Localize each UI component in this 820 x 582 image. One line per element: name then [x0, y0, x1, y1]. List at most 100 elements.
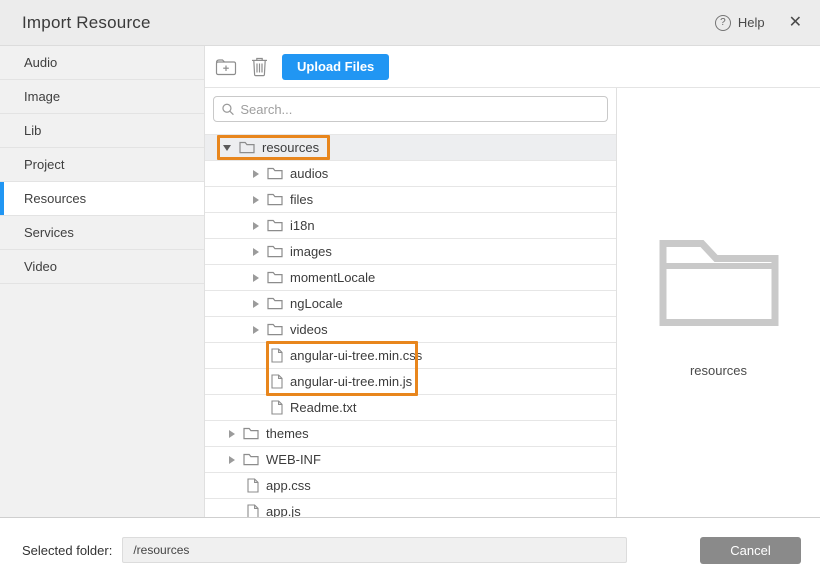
- tree-node-label: Readme.txt: [290, 400, 356, 415]
- sidebar-item-project[interactable]: Project: [0, 148, 204, 182]
- tree-node-label: momentLocale: [290, 270, 375, 285]
- tree-row-app.js[interactable]: app.js: [205, 499, 616, 517]
- preview-folder-name: resources: [690, 363, 747, 378]
- folder-icon: [267, 297, 283, 310]
- sidebar-item-label: Project: [24, 157, 64, 172]
- tree-row-Readme.txt[interactable]: Readme.txt: [205, 395, 616, 421]
- cancel-button[interactable]: Cancel: [700, 537, 801, 564]
- search-box: [213, 96, 608, 122]
- sidebar-item-label: Video: [24, 259, 57, 274]
- tree-node: momentLocale: [253, 267, 375, 289]
- tree-node: angular-ui-tree.min.css: [271, 345, 422, 367]
- selected-folder-input[interactable]: [122, 537, 627, 563]
- expand-arrow-icon[interactable]: [229, 430, 235, 438]
- tree-node-label: WEB-INF: [266, 452, 321, 467]
- selected-folder-label: Selected folder:: [22, 543, 112, 558]
- tree-node: images: [253, 241, 332, 263]
- folder-icon: [267, 271, 283, 284]
- dialog-header: Import Resource ? Help ✕: [0, 0, 820, 46]
- tree-row-resources[interactable]: resources: [205, 135, 616, 161]
- sidebar-item-resources[interactable]: Resources: [0, 182, 204, 216]
- sidebar-item-label: Services: [24, 225, 74, 240]
- sidebar-item-label: Resources: [24, 191, 86, 206]
- tree-row-files[interactable]: files: [205, 187, 616, 213]
- tree-row-audios[interactable]: audios: [205, 161, 616, 187]
- tree-row-videos[interactable]: videos: [205, 317, 616, 343]
- folder-icon: [267, 245, 283, 258]
- tree-pane: resources audios files i18n images momentLoca…: [205, 88, 617, 517]
- search-icon: [222, 103, 234, 116]
- expand-arrow-icon[interactable]: [253, 196, 259, 204]
- collapse-arrow-icon[interactable]: [223, 145, 231, 151]
- trash-icon[interactable]: [251, 57, 268, 77]
- sidebar-item-services[interactable]: Services: [0, 216, 204, 250]
- expand-arrow-icon[interactable]: [253, 274, 259, 282]
- folder-icon: [243, 453, 259, 466]
- help-icon: ?: [715, 15, 731, 31]
- tree-node: ngLocale: [253, 293, 343, 315]
- help-button[interactable]: ? Help: [715, 15, 765, 31]
- tree-node-label: ngLocale: [290, 296, 343, 311]
- file-icon: [247, 478, 259, 493]
- new-folder-icon[interactable]: [215, 58, 237, 76]
- file-icon: [271, 374, 283, 389]
- folder-icon: [243, 427, 259, 440]
- dialog-title: Import Resource: [22, 13, 715, 33]
- expand-arrow-icon[interactable]: [253, 300, 259, 308]
- tree-node: WEB-INF: [229, 449, 321, 471]
- expand-arrow-icon[interactable]: [253, 326, 259, 334]
- folder-icon: [267, 167, 283, 180]
- expand-arrow-icon[interactable]: [253, 222, 259, 230]
- tree-row-i18n[interactable]: i18n: [205, 213, 616, 239]
- dialog-body: Audio Image Lib Project Resources Services Vid…: [0, 46, 820, 517]
- tree-row-angular-ui-tree.min.css[interactable]: angular-ui-tree.min.css: [205, 343, 616, 369]
- tree-row-momentLocale[interactable]: momentLocale: [205, 265, 616, 291]
- close-icon[interactable]: ✕: [789, 15, 802, 31]
- sidebar-item-lib[interactable]: Lib: [0, 114, 204, 148]
- expand-arrow-icon[interactable]: [229, 456, 235, 464]
- tree-row-ngLocale[interactable]: ngLocale: [205, 291, 616, 317]
- toolbar: Upload Files: [205, 46, 820, 88]
- search-input[interactable]: [240, 102, 599, 117]
- sidebar-item-label: Lib: [24, 123, 41, 138]
- sidebar-item-video[interactable]: Video: [0, 250, 204, 284]
- preview-pane: resources: [617, 88, 820, 517]
- tree-node: Readme.txt: [271, 397, 356, 419]
- sidebar-item-audio[interactable]: Audio: [0, 46, 204, 80]
- help-label: Help: [738, 15, 765, 30]
- tree-node: app.js: [247, 501, 301, 518]
- expand-arrow-icon[interactable]: [253, 248, 259, 256]
- big-folder-icon: [658, 235, 780, 327]
- upload-files-button[interactable]: Upload Files: [282, 54, 389, 80]
- sidebar-item-image[interactable]: Image: [0, 80, 204, 114]
- tree-node-label: angular-ui-tree.min.css: [290, 348, 422, 363]
- tree-node-label: themes: [266, 426, 309, 441]
- tree-node-label: files: [290, 192, 313, 207]
- tree-node-label: app.js: [266, 504, 301, 517]
- expand-arrow-icon[interactable]: [253, 170, 259, 178]
- tree-row-themes[interactable]: themes: [205, 421, 616, 447]
- annotation-box-selected-node: resources: [217, 135, 330, 160]
- tree-row-angular-ui-tree.min.js[interactable]: angular-ui-tree.min.js: [205, 369, 616, 395]
- sidebar-item-label: Audio: [24, 55, 57, 70]
- tree-row-WEB-INF[interactable]: WEB-INF: [205, 447, 616, 473]
- tree-node-label: images: [290, 244, 332, 259]
- tree-node-label: angular-ui-tree.min.js: [290, 374, 412, 389]
- import-resource-dialog: Import Resource ? Help ✕ Audio Image Lib Pr…: [0, 0, 820, 582]
- tree-node: audios: [253, 163, 328, 185]
- panes: resources audios files i18n images momentLoca…: [205, 88, 820, 517]
- folder-icon: [267, 219, 283, 232]
- tree-node: i18n: [253, 215, 315, 237]
- tree-node-label: resources: [262, 140, 319, 155]
- tree-row-images[interactable]: images: [205, 239, 616, 265]
- tree-node: videos: [253, 319, 328, 341]
- tree-node: app.css: [247, 475, 311, 497]
- search-bar: [213, 96, 608, 122]
- tree-node-label: i18n: [290, 218, 315, 233]
- content-area: Upload Files resourcesaudiosf: [205, 46, 820, 517]
- file-icon: [271, 400, 283, 415]
- tree-node: themes: [229, 423, 309, 445]
- tree-row-app.css[interactable]: app.css: [205, 473, 616, 499]
- file-icon: [271, 348, 283, 363]
- tree-node-label: app.css: [266, 478, 311, 493]
